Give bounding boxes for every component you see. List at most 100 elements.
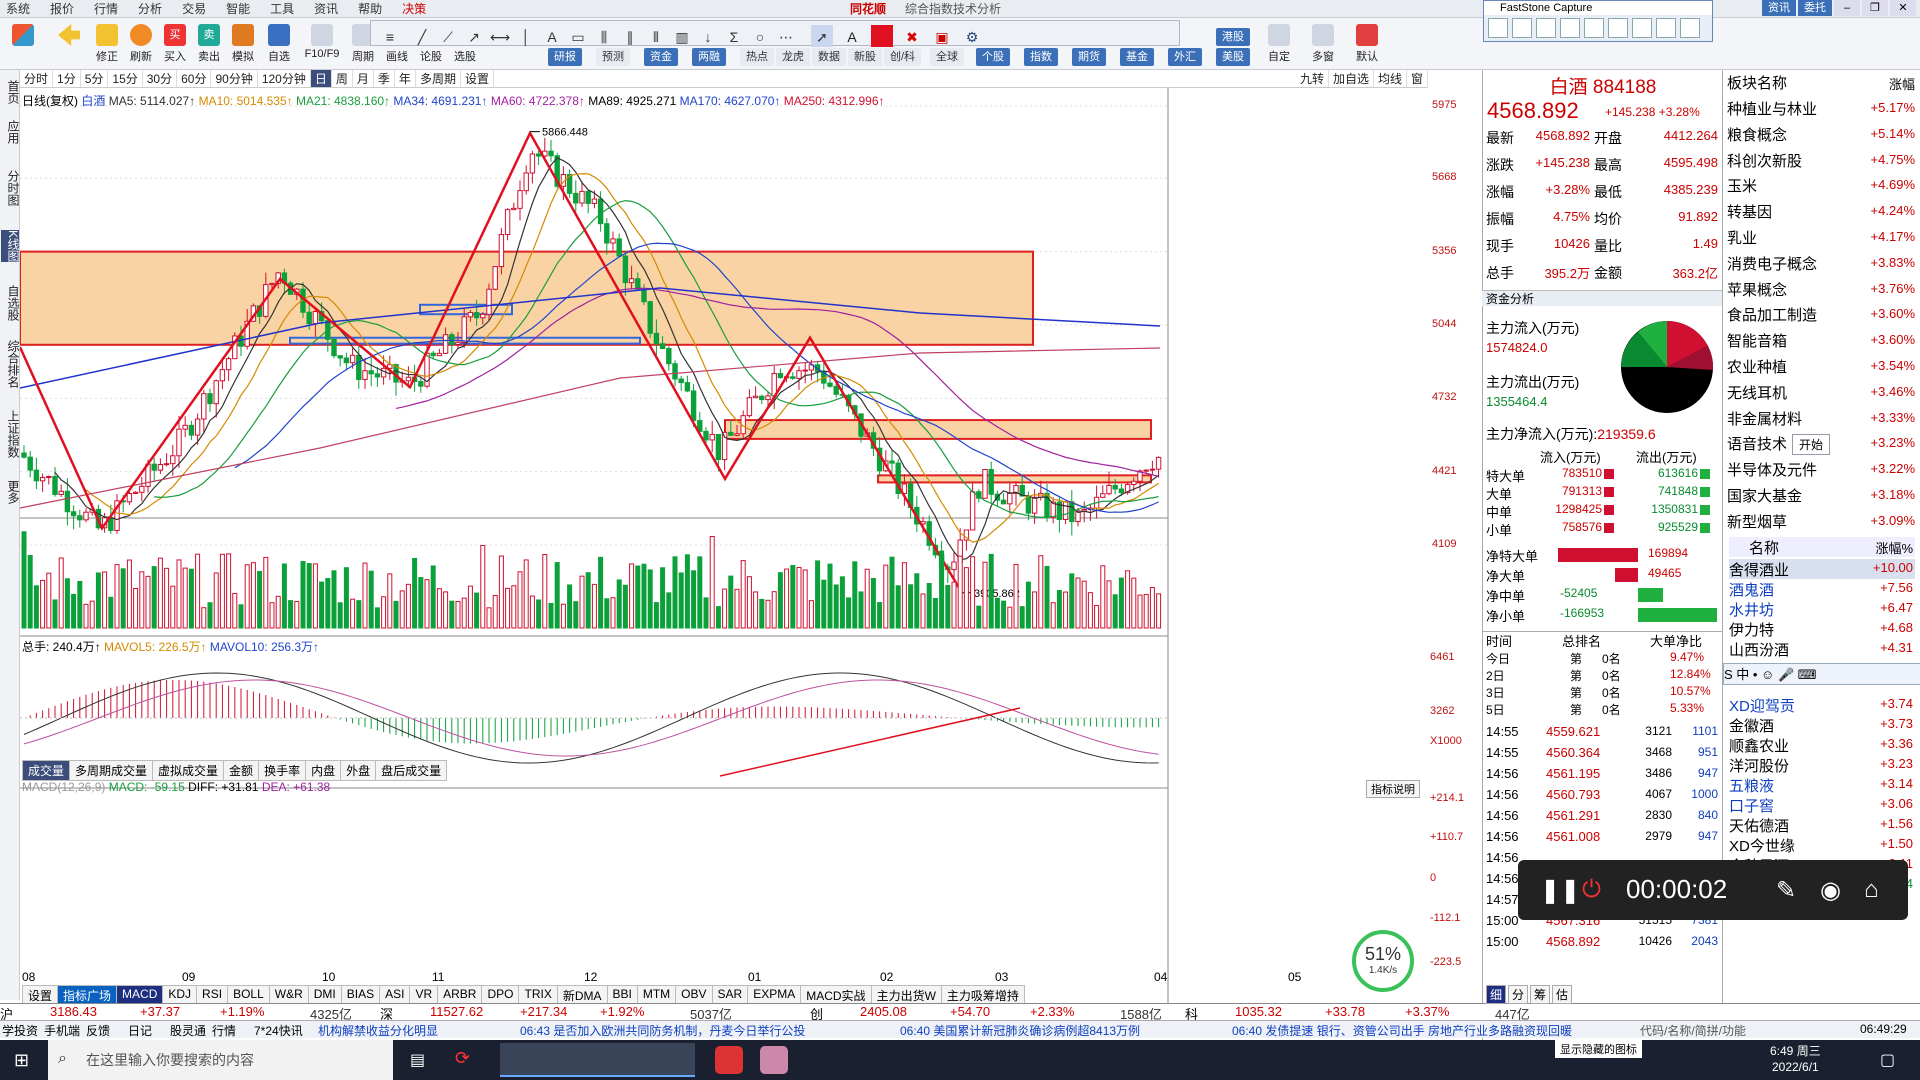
nav-apps[interactable]: 应用: [1, 120, 20, 144]
window-button[interactable]: 窗: [1407, 70, 1428, 87]
nine-turn-button[interactable]: 九转: [1296, 70, 1329, 87]
capture-rect-icon[interactable]: [1536, 18, 1556, 38]
period-tab[interactable]: 30分: [143, 70, 178, 87]
menu-item[interactable]: 报价: [50, 0, 74, 17]
stock-row[interactable]: 金徽酒 +3.73: [1729, 715, 1915, 735]
buy-button[interactable]: 买买入: [158, 22, 192, 66]
windows-start-icon[interactable]: ⊞: [14, 1050, 29, 1071]
period-tab[interactable]: 15分: [108, 70, 143, 87]
sector-row[interactable]: 无线耳机 +3.46%: [1727, 382, 1917, 406]
tab-index[interactable]: 指数: [1024, 48, 1058, 66]
home-button[interactable]: [6, 22, 40, 66]
stock-row[interactable]: 水井坊 +6.47: [1729, 599, 1915, 619]
stop-icon[interactable]: ⏻: [1582, 876, 1601, 904]
indicator-help-button[interactable]: 指标说明: [1366, 780, 1420, 798]
ray-line-icon[interactable]: ⟋: [437, 25, 459, 47]
menu-item[interactable]: 交易: [182, 0, 206, 17]
period-tab[interactable]: 设置: [461, 70, 494, 87]
fix-button[interactable]: 修正: [90, 22, 124, 66]
nav-more[interactable]: 更多: [1, 480, 20, 504]
stock-row[interactable]: 五粮液 +3.14: [1729, 775, 1915, 795]
sector-row[interactable]: 半导体及元件 +3.22%: [1727, 459, 1917, 483]
taskbar-search[interactable]: 在这里输入你要搜索的内容: [48, 1040, 393, 1080]
segment-icon[interactable]: ↗: [463, 25, 485, 47]
gann-icon[interactable]: ▥: [671, 25, 693, 47]
menu-item[interactable]: 分析: [138, 0, 162, 17]
f10-button[interactable]: F10/F9: [300, 22, 344, 66]
delete-icon[interactable]: ✖: [901, 25, 923, 47]
browser-taskbar-item[interactable]: [500, 1043, 695, 1077]
sum-icon[interactable]: Σ: [723, 25, 745, 47]
app-icon[interactable]: ⟳: [455, 1048, 470, 1069]
stock-row[interactable]: 伊力特 +4.68: [1729, 619, 1915, 639]
sector-row[interactable]: 食品加工制造 +3.60%: [1727, 304, 1917, 328]
sector-row[interactable]: 非金属材料 +3.33%: [1727, 408, 1917, 432]
pen-icon[interactable]: ✎: [1776, 876, 1796, 905]
tab-forecast[interactable]: 预测: [596, 48, 630, 66]
trend-line-icon[interactable]: ╱: [411, 25, 433, 47]
nav-watchlist[interactable]: 自选股: [1, 285, 20, 321]
simulate-button[interactable]: 模拟: [226, 22, 260, 66]
news-left-link[interactable]: 学投资: [2, 1022, 38, 1039]
news-left-link[interactable]: 股灵通: [170, 1022, 206, 1039]
news-left-link[interactable]: 行情: [212, 1022, 236, 1039]
period-tab[interactable]: 90分钟: [211, 70, 258, 87]
news-left-link[interactable]: 7*24快讯: [254, 1022, 303, 1039]
period-tab[interactable]: 季: [374, 70, 395, 87]
menu-item[interactable]: 资讯: [314, 0, 338, 17]
tab-margin[interactable]: 两融: [692, 48, 726, 66]
start-button[interactable]: 开始: [1792, 434, 1831, 455]
circle-icon[interactable]: ○: [749, 25, 771, 47]
sector-row[interactable]: 玉米 +4.69%: [1727, 175, 1917, 199]
text-tool-icon[interactable]: A: [541, 25, 563, 47]
menu-item[interactable]: 决策: [402, 0, 426, 17]
faststone-capture-window[interactable]: FastStone Capture: [1483, 0, 1713, 42]
news-item[interactable]: 06:40 美国累计新冠肺炎确诊病例超8413万例: [900, 1022, 1140, 1039]
tab-hk[interactable]: 港股: [1216, 28, 1250, 46]
fibonacci-icon[interactable]: ⫼: [593, 25, 615, 47]
voltab[interactable]: 成交量: [22, 760, 71, 781]
period-tab[interactable]: 1分: [53, 70, 81, 87]
camera-icon[interactable]: ◉: [1820, 876, 1841, 905]
add-watchlist-button[interactable]: 加自选: [1329, 70, 1374, 87]
period-tab[interactable]: 120分钟: [258, 70, 311, 87]
voltab[interactable]: 换手率: [258, 760, 307, 781]
menu-item[interactable]: 智能: [226, 0, 250, 17]
nav-shanghai-index[interactable]: 上证指数: [1, 410, 20, 458]
color-picker-icon[interactable]: [871, 25, 893, 47]
rectangle-icon[interactable]: ▭: [567, 25, 589, 47]
menu-item[interactable]: 工具: [270, 0, 294, 17]
back-button[interactable]: [52, 22, 86, 66]
menu-item[interactable]: 行情: [94, 0, 118, 17]
detail-tab[interactable]: 估: [1552, 985, 1573, 1004]
detail-tab[interactable]: 分: [1508, 985, 1529, 1004]
custom-button[interactable]: 自定: [1262, 22, 1296, 66]
capture-freehand-icon[interactable]: [1560, 18, 1580, 38]
sector-row[interactable]: 智能音箱 +3.60%: [1727, 330, 1917, 354]
tab-chinext[interactable]: 创/科: [884, 48, 922, 66]
restore-icon[interactable]: ❐: [1862, 0, 1888, 16]
nav-home[interactable]: 首页: [1, 80, 20, 104]
default-button[interactable]: 默认: [1350, 22, 1384, 66]
horizontal-line-icon[interactable]: ≡: [379, 25, 401, 47]
tab-us[interactable]: 美股: [1216, 48, 1250, 66]
capture-scroll-icon[interactable]: [1608, 18, 1628, 38]
close-icon[interactable]: ✕: [1890, 0, 1916, 16]
arrow-line-icon[interactable]: ⟷: [489, 25, 511, 47]
stock-row[interactable]: 山西汾酒 +4.31: [1729, 639, 1915, 659]
stock-row[interactable]: 洋河股份 +3.23: [1729, 755, 1915, 775]
more-icon[interactable]: ⋯: [775, 25, 797, 47]
sector-row[interactable]: 苹果概念 +3.76%: [1727, 279, 1917, 303]
sector-row[interactable]: 新型烟草 +3.09%: [1727, 511, 1917, 535]
sector-row[interactable]: 消费电子概念 +3.83%: [1727, 253, 1917, 277]
period-tab[interactable]: 分时: [20, 70, 54, 87]
tab-research[interactable]: 研报: [548, 48, 582, 66]
tab-futures[interactable]: 期货: [1072, 48, 1106, 66]
tab-ipo[interactable]: 新股: [848, 48, 882, 66]
detail-tab[interactable]: 筹: [1530, 985, 1551, 1004]
tab-global[interactable]: 全球: [930, 48, 964, 66]
code-search[interactable]: 代码/名称/简拼/功能: [1640, 1022, 1746, 1039]
stock-row[interactable]: XD迎驾贡 +3.74: [1729, 695, 1915, 715]
capture-object-icon[interactable]: [1512, 18, 1532, 38]
task-view-icon[interactable]: ▤: [410, 1050, 425, 1070]
